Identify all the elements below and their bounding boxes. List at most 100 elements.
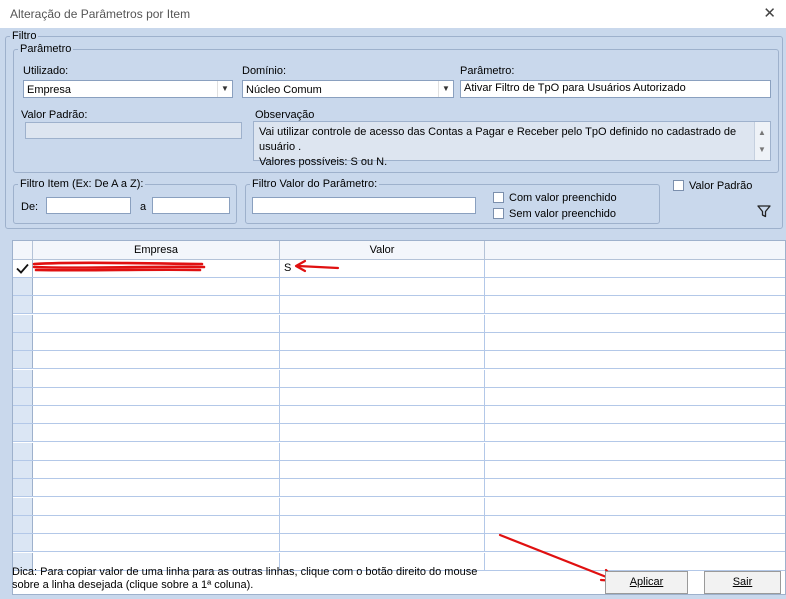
checkmark-icon [16,263,29,274]
row-selector[interactable] [13,479,33,497]
row-selector[interactable] [13,369,33,387]
cell-empresa[interactable] [33,442,280,460]
cell-valor[interactable] [280,497,485,515]
chevron-down-icon[interactable]: ▼ [438,81,453,97]
scroll-up-icon[interactable]: ▲ [758,125,766,140]
row-selector[interactable] [13,497,33,515]
cell-valor[interactable] [280,515,485,533]
cell-filler [485,351,785,368]
de-input[interactable] [46,197,131,214]
utilizado-select[interactable]: Empresa ▼ [23,80,233,98]
dominio-select[interactable]: Núcleo Comum ▼ [242,80,454,98]
column-header-valor[interactable]: Valor [280,241,485,259]
row-selector[interactable] [13,442,33,460]
cell-valor[interactable] [280,278,485,295]
cell-filler [485,516,785,533]
column-header-empresa[interactable]: Empresa [33,241,280,259]
cell-valor[interactable] [280,461,485,478]
row-selector[interactable] [13,296,33,314]
cell-empresa[interactable] [33,479,280,497]
row-selector[interactable] [13,278,33,295]
table-row[interactable] [13,296,785,315]
cell-empresa[interactable] [33,461,280,478]
grid-header: Empresa Valor [13,241,785,260]
table-row[interactable] [13,332,785,351]
cell-empresa[interactable] [33,424,280,442]
sem-valor-checkbox[interactable] [493,208,504,219]
cell-filler [485,315,785,332]
table-row[interactable] [13,424,785,443]
dominio-label: Domínio: [242,65,287,77]
sair-button[interactable]: Sair [704,571,781,594]
table-row[interactable] [13,387,785,406]
redaction-mark [32,261,206,272]
cell-valor[interactable] [280,314,485,332]
table-row[interactable] [13,278,785,296]
row-selector[interactable] [13,332,33,350]
table-row[interactable] [13,406,785,425]
cell-valor[interactable] [280,534,485,552]
row-selector[interactable] [13,461,33,478]
valor-parametro-input[interactable] [252,197,476,214]
close-icon[interactable]: ✕ [763,4,776,22]
cell-empresa[interactable] [33,351,280,369]
valor-padrao-checkbox[interactable] [673,180,684,191]
row-selector[interactable] [13,351,33,369]
de-label: De: [21,201,39,213]
a-input[interactable] [152,197,230,214]
row-selector[interactable] [13,515,33,533]
cell-empresa[interactable] [33,387,280,405]
dominio-value: Núcleo Comum [246,84,322,96]
table-row[interactable] [13,314,785,333]
cell-empresa[interactable] [33,332,280,350]
table-row[interactable] [13,497,785,516]
cell-valor[interactable] [280,479,485,497]
parametro-legend: Parâmetro [20,43,72,55]
utilizado-value: Empresa [27,84,72,96]
parameter-grid[interactable]: Empresa Valor S [12,240,786,595]
table-row[interactable] [13,351,785,370]
table-row[interactable] [13,461,785,479]
cell-empresa[interactable] [33,314,280,332]
row-selector[interactable] [13,406,33,424]
filtro-valor-legend: Filtro Valor do Parâmetro: [252,178,378,190]
cell-valor[interactable] [280,351,485,369]
row-selector[interactable] [13,314,33,332]
tip-text: Dica: Para copiar valor de uma linha par… [12,566,477,592]
cell-empresa[interactable] [33,296,280,314]
cell-valor[interactable] [280,406,485,424]
cell-empresa[interactable] [33,369,280,387]
cell-empresa[interactable] [33,534,280,552]
table-row[interactable] [13,479,785,498]
scroll-down-icon[interactable]: ▼ [758,142,766,157]
cell-valor[interactable] [280,332,485,350]
row-selector[interactable] [13,534,33,552]
row-selector[interactable] [13,424,33,442]
observacao-scrollbar[interactable]: ▲ ▼ [754,122,770,160]
cell-filler [485,498,785,515]
cell-valor[interactable] [280,296,485,314]
cell-valor[interactable] [280,424,485,442]
row-selector[interactable] [13,260,33,277]
funnel-icon[interactable] [757,205,771,218]
filtro-item-legend: Filtro Item (Ex: De A a Z): [20,178,144,190]
table-row[interactable] [13,534,785,553]
cell-empresa[interactable] [33,406,280,424]
cell-valor[interactable] [280,442,485,460]
table-row[interactable] [13,369,785,388]
table-row[interactable] [13,515,785,534]
cell-valor[interactable] [280,387,485,405]
table-row[interactable] [13,442,785,461]
cell-valor[interactable] [280,369,485,387]
aplicar-button[interactable]: Aplicar [605,571,688,594]
cell-empresa[interactable] [33,515,280,533]
row-selector[interactable] [13,387,33,405]
chevron-down-icon[interactable]: ▼ [217,81,232,97]
cell-empresa[interactable] [33,497,280,515]
cell-empresa[interactable] [33,278,280,295]
parametro-field[interactable]: Ativar Filtro de TpO para Usuários Autor… [460,80,771,98]
cell-filler [485,388,785,405]
filtro-legend: Filtro [12,30,37,42]
com-valor-checkbox[interactable] [493,192,504,203]
cell-filler [485,333,785,350]
